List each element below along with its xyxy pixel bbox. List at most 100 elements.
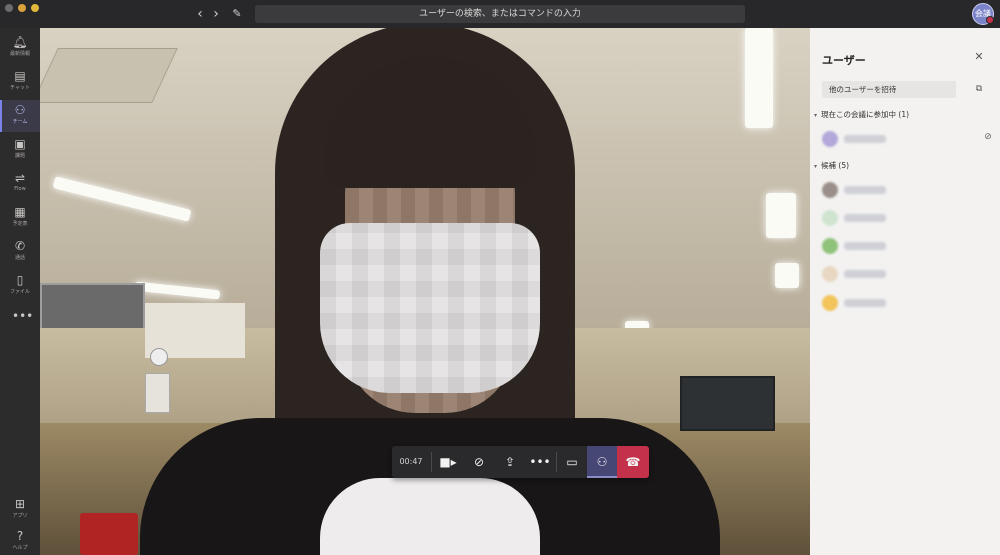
list-item[interactable] <box>818 294 988 312</box>
chevron-down-icon: ▾ <box>814 163 818 170</box>
participants-button[interactable]: ⚇ <box>587 446 617 478</box>
section-label: 現在この会議に参加中 (1) <box>821 110 910 119</box>
share-screen-icon: ⇪ <box>504 455 516 469</box>
rail-label: ファイル <box>9 289 30 295</box>
rail-item-calls[interactable]: ✆ 通話 <box>0 236 40 268</box>
apps-icon: ⊞ <box>14 497 26 511</box>
mic-off-icon[interactable]: ⊘ <box>982 132 994 146</box>
hang-up-icon: ☎ <box>625 455 641 469</box>
help-icon: ? <box>16 529 24 543</box>
mute-button[interactable]: ⊘ <box>464 446 494 478</box>
notice-board <box>145 373 170 413</box>
ceiling-light <box>745 28 773 128</box>
search-input[interactable]: ユーザーの検索、またはコマンドの入力 <box>255 5 745 23</box>
participant-name-redacted <box>844 186 886 194</box>
chevron-down-icon: ▾ <box>814 112 818 119</box>
rail-label: Flow <box>14 186 26 192</box>
call-controls: 00:47 ■▸ ⊘ ⇪ ••• ▭ ⚇ ☎ <box>392 446 649 478</box>
file-icon: ▯ <box>16 273 24 287</box>
background-cabinet <box>40 283 145 333</box>
section-label: 候補 (5) <box>821 161 850 170</box>
ellipsis-icon: ••• <box>529 455 551 469</box>
mic-off-icon: ⊘ <box>473 455 485 469</box>
background-monitor <box>680 376 775 431</box>
zoom-window-button[interactable] <box>31 4 39 12</box>
phone-icon: ✆ <box>14 239 26 253</box>
chat-button[interactable]: ▭ <box>557 446 587 478</box>
ceiling-light <box>766 193 796 238</box>
title-bar: ‹ › ✎ ユーザーの検索、またはコマンドの入力 会議 <box>0 0 1000 28</box>
rail-item-more[interactable]: ••• <box>0 306 40 338</box>
participants-panel: ユーザー ✕ 他のユーザーを招待 ⧉ ▾ 現在この会議に参加中 (1) ⊘ ▾ 候補… <box>810 28 1000 555</box>
clipboard-icon: ▣ <box>14 137 26 151</box>
compose-icon[interactable]: ✎ <box>229 6 245 22</box>
rail-item-calendar[interactable]: ▦ 予定表 <box>0 202 40 234</box>
rail-item-files[interactable]: ▯ ファイル <box>0 270 40 302</box>
minimize-window-button[interactable] <box>18 4 26 12</box>
rail-label: ヘルプ <box>12 545 28 551</box>
rail-item-apps[interactable]: ⊞ アプリ <box>0 494 40 526</box>
app-bar: 🔔︎ 最新情報 ▤ チャット ⚇ チーム ▣ 課題 ⇌ Flow ▦ 予定表 ✆… <box>0 28 40 555</box>
divider <box>431 452 432 472</box>
call-timer: 00:47 <box>399 457 423 466</box>
rail-item-chat[interactable]: ▤ チャット <box>0 66 40 98</box>
hang-up-button[interactable]: ☎ <box>617 446 649 478</box>
candidates-section-header[interactable]: ▾ 候補 (5) <box>814 160 849 171</box>
rail-item-help[interactable]: ? ヘルプ <box>0 526 40 555</box>
close-icon[interactable]: ✕ <box>973 50 985 64</box>
avatar <box>822 266 838 282</box>
status-badge <box>986 16 994 24</box>
rail-label: チーム <box>12 119 28 125</box>
avatar <box>822 131 838 147</box>
close-window-button[interactable] <box>5 4 13 12</box>
copy-link-icon[interactable]: ⧉ <box>973 84 985 96</box>
forward-icon[interactable]: › <box>208 6 224 22</box>
rail-item-activity[interactable]: 🔔︎ 最新情報 <box>0 32 40 64</box>
in-meeting-section-header[interactable]: ▾ 現在この会議に参加中 (1) <box>814 109 909 120</box>
participant-shirt <box>320 478 540 555</box>
rail-label: 予定表 <box>12 221 28 227</box>
rail-label: 通話 <box>14 255 25 261</box>
share-button[interactable]: ⇪ <box>495 446 525 478</box>
avatar <box>822 210 838 226</box>
participant-name-redacted <box>844 299 886 307</box>
more-actions-button[interactable]: ••• <box>525 446 555 478</box>
rail-label: 課題 <box>14 153 25 159</box>
list-item[interactable] <box>818 265 988 283</box>
participant-name-redacted <box>844 242 886 250</box>
people-icon: ⚇ <box>596 455 608 469</box>
list-item[interactable] <box>818 237 988 255</box>
rail-item-teams[interactable]: ⚇ チーム <box>0 100 40 132</box>
panel-title: ユーザー <box>822 54 866 67</box>
list-item[interactable] <box>818 181 988 199</box>
camera-button[interactable]: ■▸ <box>433 446 463 478</box>
list-item[interactable] <box>818 209 988 227</box>
rail-label: 最新情報 <box>9 51 30 57</box>
list-item[interactable]: ⊘ <box>818 130 992 148</box>
avatar <box>822 238 838 254</box>
participant-mask-pixelated <box>320 223 540 393</box>
rail-item-flow[interactable]: ⇌ Flow <box>0 168 40 200</box>
video-stage: 00:47 ■▸ ⊘ ⇪ ••• ▭ ⚇ ☎ <box>40 28 810 555</box>
invite-input[interactable]: 他のユーザーを招待 <box>822 81 956 98</box>
camera-icon: ■▸ <box>439 455 457 469</box>
participant-name-redacted <box>844 270 886 278</box>
wall-clock <box>150 348 168 366</box>
participant-name-redacted <box>844 214 886 222</box>
rail-label: チャット <box>10 85 30 91</box>
back-icon[interactable]: ‹ <box>192 6 208 22</box>
bell-icon: 🔔︎ <box>12 35 28 49</box>
chat-icon: ▤ <box>14 69 26 83</box>
ellipsis-icon: ••• <box>12 309 34 323</box>
flow-icon: ⇌ <box>14 171 26 185</box>
teams-icon: ⚇ <box>14 103 26 117</box>
calendar-icon: ▦ <box>14 205 26 219</box>
rail-label: アプリ <box>12 513 28 519</box>
avatar <box>822 295 838 311</box>
participant-name-redacted <box>844 135 886 143</box>
chat-icon: ▭ <box>566 455 578 469</box>
red-bin <box>80 513 138 555</box>
avatar <box>822 182 838 198</box>
rail-item-assignments[interactable]: ▣ 課題 <box>0 134 40 166</box>
ceiling-light <box>775 263 799 288</box>
